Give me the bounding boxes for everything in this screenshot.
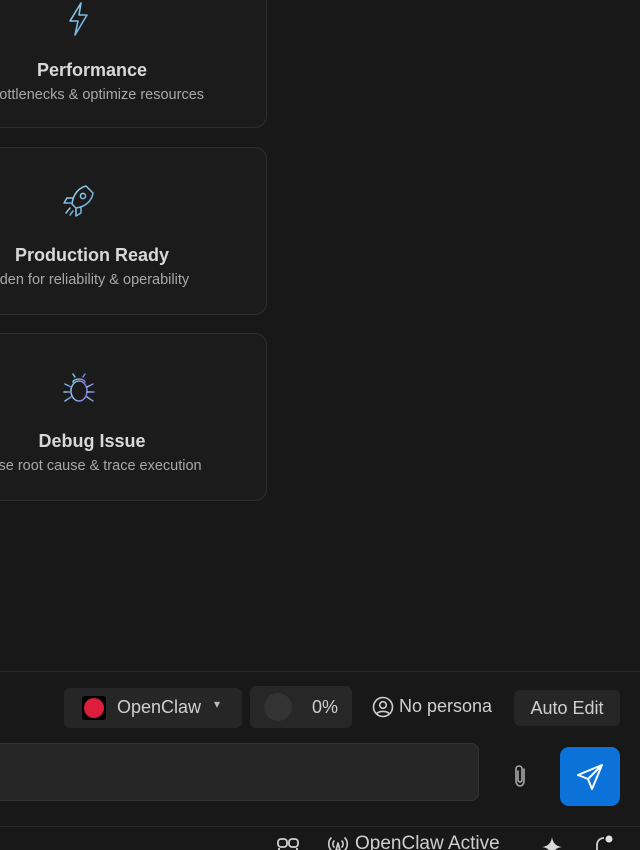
progress-ring-icon — [264, 693, 292, 721]
card-description: y bottlenecks & optimize resources — [0, 87, 205, 103]
card-title: Production Ready — [14, 245, 170, 265]
debug-issue-card[interactable]: Debug Issue nose root cause & trace exec… — [0, 333, 267, 501]
lightning-icon — [69, 2, 88, 36]
context-usage-indicator[interactable]: 0% — [250, 686, 352, 728]
auto-edit-button[interactable]: Auto Edit — [514, 690, 620, 726]
production-ready-card[interactable]: Production Ready rden for reliability & … — [0, 147, 267, 315]
user-circle-icon — [372, 696, 394, 718]
card-description: rden for reliability & operability — [0, 272, 190, 288]
notification-bell-icon[interactable] — [592, 833, 616, 850]
statusbar-divider — [0, 826, 640, 827]
card-title: Performance — [36, 60, 148, 80]
chat-panel: Performance y bottlenecks & optimize res… — [0, 0, 640, 850]
status-text[interactable]: OpenClaw Active — [355, 833, 500, 850]
openclaw-logo-icon — [82, 696, 106, 720]
toolbar-divider — [0, 671, 640, 672]
card-title: Debug Issue — [38, 431, 146, 451]
send-button[interactable] — [560, 747, 620, 806]
bug-icon — [63, 373, 95, 402]
broadcast-icon — [327, 837, 349, 850]
persona-label: No persona — [399, 696, 493, 716]
model-label: OpenClaw — [117, 697, 202, 717]
model-selector[interactable]: OpenClaw ▾ — [64, 688, 242, 728]
chevron-down-icon: ▾ — [214, 697, 221, 711]
send-icon — [577, 764, 603, 790]
performance-card[interactable]: Performance y bottlenecks & optimize res… — [0, 0, 267, 128]
context-percent: 0% — [311, 697, 338, 717]
sparkle-icon[interactable] — [540, 835, 564, 850]
rocket-icon — [63, 185, 94, 217]
copilot-icon[interactable] — [276, 835, 300, 850]
chat-input[interactable] — [0, 743, 479, 801]
card-description: nose root cause & trace execution — [0, 458, 202, 474]
paperclip-icon[interactable] — [510, 763, 532, 789]
